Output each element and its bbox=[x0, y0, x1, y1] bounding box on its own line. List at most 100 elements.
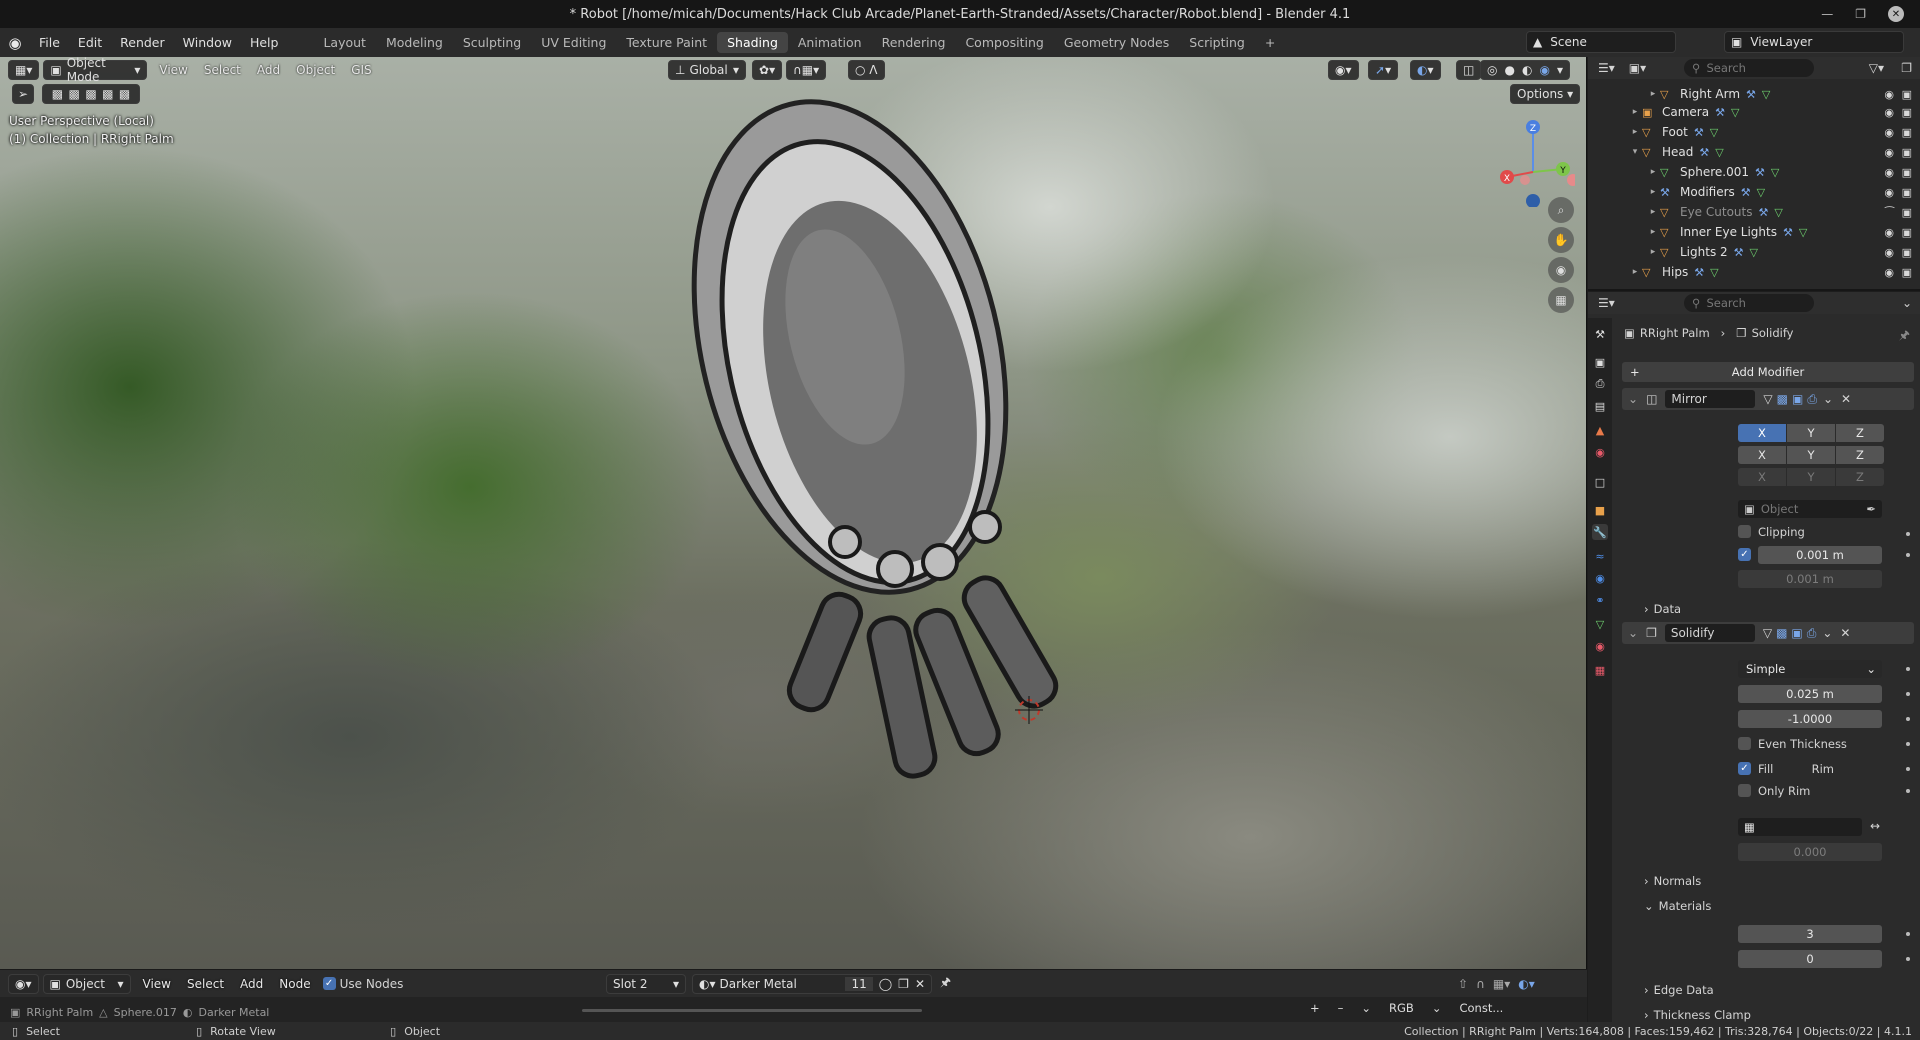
snap-button[interactable]: ∩ ▦▾ bbox=[786, 60, 827, 80]
filter-icon[interactable]: ▽▾ bbox=[1869, 61, 1884, 75]
expand-chevron-icon[interactable]: ▸ bbox=[1646, 247, 1660, 257]
modifier-icon[interactable]: ⚒ bbox=[1734, 246, 1744, 259]
mesh-data-icon[interactable]: ▽ bbox=[1771, 166, 1779, 179]
rendered-shading-icon[interactable]: ◉ bbox=[1539, 63, 1549, 77]
pivot-point-button[interactable]: ✿ ▾ bbox=[752, 60, 783, 80]
mesh-data-icon[interactable]: ▽ bbox=[1757, 186, 1765, 199]
options-dropdown[interactable]: Options ▾ bbox=[1510, 84, 1581, 104]
chevron-down-icon[interactable]: ▾ bbox=[1557, 63, 1563, 77]
tab-uv-editing[interactable]: UV Editing bbox=[531, 32, 616, 53]
modifier-menu-chevron-icon[interactable]: ⌄ bbox=[1822, 626, 1832, 640]
outliner-row[interactable]: ▸ ▽ Foot ⚒ ▽ ◉ ▣ bbox=[1588, 122, 1920, 142]
tool-tab-icon[interactable]: ⚒ bbox=[1592, 326, 1608, 342]
outliner-row[interactable]: ▸ ⚒ Modifiers ⚒ ▽ ◉ ▣ bbox=[1588, 182, 1920, 202]
tab-rendering[interactable]: Rendering bbox=[872, 32, 956, 53]
material-offset-field[interactable]: 3 bbox=[1738, 925, 1882, 943]
show-in-editmode-icon[interactable]: ▩ bbox=[1777, 392, 1788, 406]
mesh-data-icon[interactable]: ▽ bbox=[1710, 266, 1718, 279]
modifier-icon[interactable]: ⚒ bbox=[1694, 126, 1704, 139]
keyframe-dot-icon[interactable] bbox=[1906, 692, 1910, 696]
proportional-edit-button[interactable]: ○ Λ bbox=[848, 60, 885, 80]
bisect-x-button[interactable]: X bbox=[1738, 446, 1786, 464]
visibility-eye-icon[interactable]: ◉ bbox=[1884, 186, 1894, 199]
mesh-data-icon[interactable]: ▽ bbox=[1731, 106, 1739, 119]
outliner-row[interactable]: ▸ ▽ Right Arm ⚒ ▽ ◉ ▣ bbox=[1588, 84, 1920, 104]
visibility-eye-icon[interactable]: ◉ bbox=[1884, 106, 1894, 119]
expand-chevron-icon[interactable]: ▸ bbox=[1628, 127, 1642, 137]
expand-chevron-icon[interactable]: ▸ bbox=[1646, 167, 1660, 177]
modifier-icon[interactable]: ⚒ bbox=[1694, 266, 1704, 279]
visibility-eye-icon[interactable]: ◉ bbox=[1884, 166, 1894, 179]
viewport-menu-object[interactable]: Object bbox=[288, 63, 343, 77]
outliner-row[interactable]: ▸ ▽ Lights 2 ⚒ ▽ ◉ ▣ bbox=[1588, 242, 1920, 262]
edit-mode-cage-icon[interactable]: ▽ bbox=[1763, 392, 1772, 406]
unlink-material-icon[interactable]: ✕ bbox=[915, 977, 925, 991]
collapse-chevron-icon[interactable]: ⌄ bbox=[1628, 626, 1638, 640]
visibility-eye-icon[interactable]: ◉ bbox=[1884, 88, 1894, 101]
outliner-row[interactable]: ▸ ▽ Sphere.001 ⚒ ▽ ◉ ▣ bbox=[1588, 162, 1920, 182]
texture-tab-icon[interactable]: ▦ bbox=[1592, 662, 1608, 678]
menu-edit[interactable]: Edit bbox=[69, 35, 111, 50]
color-mode-dropdown[interactable]: RGB bbox=[1389, 1001, 1414, 1015]
mesh-data-icon[interactable]: ▽ bbox=[1774, 206, 1782, 219]
visibility-eye-icon[interactable]: ⁀ bbox=[1885, 206, 1894, 219]
mesh-data-icon[interactable]: ▽ bbox=[1715, 146, 1723, 159]
tab-layout[interactable]: Layout bbox=[313, 32, 376, 53]
collapse-chevron-icon[interactable]: ⌄ bbox=[1628, 392, 1638, 406]
keyframe-dot-icon[interactable] bbox=[1906, 553, 1910, 557]
viewport-menu-select[interactable]: Select bbox=[196, 63, 249, 77]
scene-tab-icon[interactable]: ▲ bbox=[1592, 422, 1608, 438]
data-tab-icon[interactable]: ▽ bbox=[1592, 616, 1608, 632]
only-rim-checkbox[interactable] bbox=[1738, 784, 1751, 797]
render-camera-icon[interactable]: ▣ bbox=[1902, 246, 1912, 259]
invert-vertex-group-icon[interactable]: ↔ bbox=[1870, 819, 1880, 833]
mirror-object-field[interactable]: ▣ Object ✒ bbox=[1738, 500, 1882, 518]
rim-material-field[interactable]: 0 bbox=[1738, 950, 1882, 968]
material-users-count[interactable]: 11 bbox=[845, 976, 873, 991]
wireframe-shading-icon[interactable]: ◎ bbox=[1487, 63, 1497, 77]
mesh-data-icon[interactable]: ▽ bbox=[1750, 246, 1758, 259]
tab-animation[interactable]: Animation bbox=[788, 32, 872, 53]
merge-distance-field[interactable]: 0.001 m bbox=[1758, 546, 1882, 564]
flip-y-button[interactable]: Y bbox=[1787, 468, 1835, 486]
mirror-name-field[interactable]: Mirror bbox=[1665, 390, 1756, 408]
pan-hand-icon[interactable]: ✋ bbox=[1548, 227, 1574, 253]
materials-subpanel[interactable]: ⌄ Materials bbox=[1644, 899, 1711, 913]
gizmo-toggle-button[interactable]: ➚ ▾ bbox=[1368, 60, 1399, 80]
select-intersect-icon[interactable]: ▩ bbox=[119, 87, 130, 101]
display-mode-icon[interactable]: ▣▾ bbox=[1629, 61, 1646, 75]
bisect-y-button[interactable]: Y bbox=[1787, 446, 1835, 464]
node-menu-view[interactable]: View bbox=[135, 977, 179, 991]
clipping-checkbox[interactable] bbox=[1738, 525, 1751, 538]
render-camera-icon[interactable]: ▣ bbox=[1902, 106, 1912, 119]
3d-viewport[interactable]: ▦ ▾ ▣ Object Mode ▾ View Select Add Objec… bbox=[0, 57, 1587, 969]
chevron-down-icon[interactable]: ⌄ bbox=[1432, 1001, 1442, 1015]
physics-tab-icon[interactable]: ◉ bbox=[1592, 570, 1608, 586]
material-tab-icon[interactable]: ◉ bbox=[1592, 638, 1608, 654]
transform-orientation-dropdown[interactable]: ⊥ Global ▾ bbox=[668, 60, 746, 80]
bisect-distance-field[interactable]: 0.001 m bbox=[1738, 570, 1882, 588]
outliner-row[interactable]: ▸ ▽ Hips ⚒ ▽ ◉ ▣ bbox=[1588, 262, 1920, 282]
show-in-viewport-icon[interactable]: ▣ bbox=[1791, 626, 1802, 640]
keyframe-dot-icon[interactable] bbox=[1906, 789, 1910, 793]
keyframe-dot-icon[interactable] bbox=[1906, 532, 1910, 536]
visibility-eye-icon[interactable]: ◉ bbox=[1884, 246, 1894, 259]
camera-view-icon[interactable]: ◉ bbox=[1548, 257, 1574, 283]
modifier-icon[interactable]: ⚒ bbox=[1741, 186, 1751, 199]
bisect-z-button[interactable]: Z bbox=[1836, 446, 1884, 464]
edge-data-subpanel[interactable]: › Edge Data bbox=[1644, 983, 1714, 997]
outliner-row[interactable]: ▸ ▽ Eye Cutouts ⚒ ▽ ⁀ ▣ bbox=[1588, 202, 1920, 222]
render-camera-icon[interactable]: ▣ bbox=[1902, 186, 1912, 199]
view-layer-tab-icon[interactable]: ▤ bbox=[1592, 398, 1608, 414]
material-selector[interactable]: ◐▾ Darker Metal 11 ◯ ❐ ✕ bbox=[692, 973, 932, 994]
edit-mode-cage-icon[interactable]: ▽ bbox=[1763, 626, 1772, 640]
restore-icon[interactable]: ❐ bbox=[1855, 7, 1866, 21]
xray-button[interactable]: ◫ bbox=[1456, 60, 1482, 80]
show-in-render-icon[interactable]: ⎙ bbox=[1807, 626, 1817, 641]
merge-checkbox[interactable]: ✓ bbox=[1738, 548, 1751, 561]
expand-chevron-icon[interactable]: ▸ bbox=[1628, 107, 1642, 117]
keyframe-dot-icon[interactable] bbox=[1906, 742, 1910, 746]
select-mode-buttons[interactable]: ▩ ▩ ▩ ▩ ▩ bbox=[42, 84, 140, 104]
select-new-icon[interactable]: ▩ bbox=[52, 87, 63, 101]
outliner-row[interactable]: ▸ ▽ Inner Eye Lights ⚒ ▽ ◉ ▣ bbox=[1588, 222, 1920, 242]
